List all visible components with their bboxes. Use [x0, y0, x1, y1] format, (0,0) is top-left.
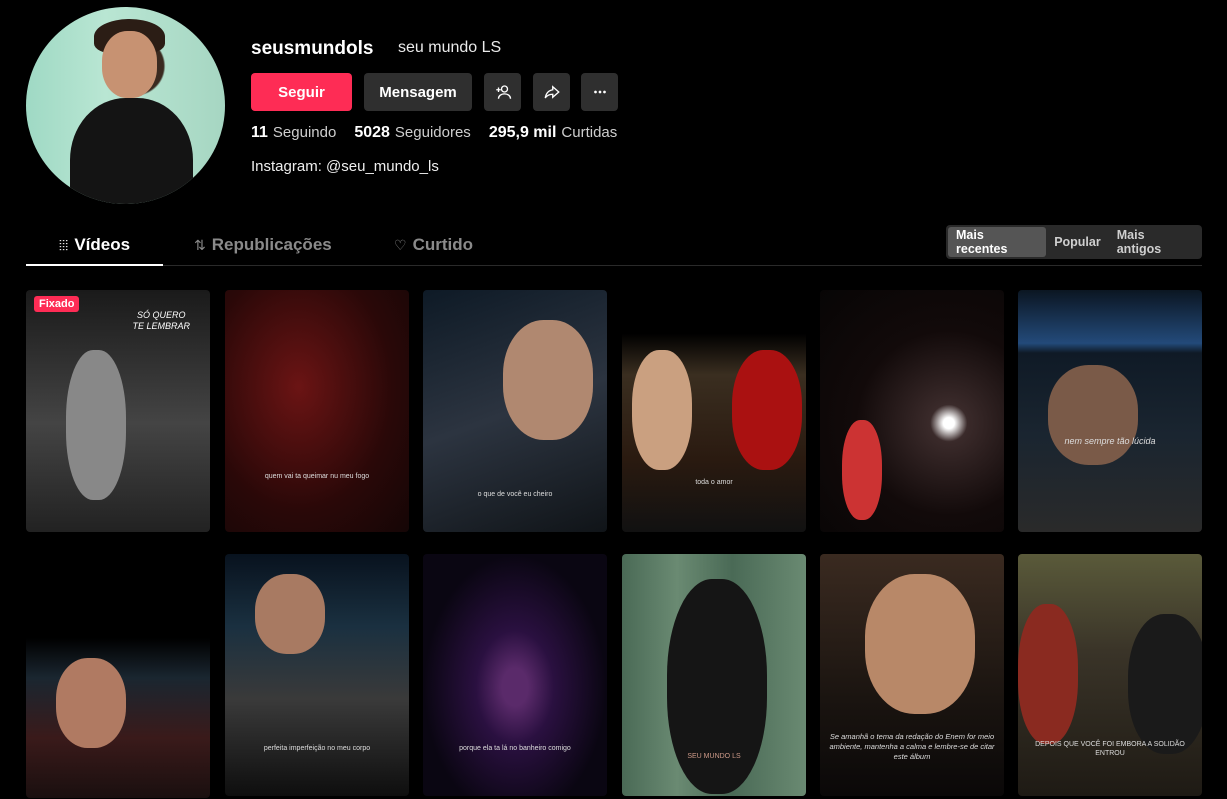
tab-label: Republicações [211, 235, 332, 254]
video-figure [667, 579, 767, 794]
video-thumbnail[interactable]: DEPOIS QUE VOCÊ FOI EMBORA A SOLIDÃO ENT… [1018, 554, 1202, 796]
video-caption: nem sempre tão lúcida [1064, 436, 1156, 446]
video-figure [56, 658, 126, 748]
heart-icon: ♡ [394, 236, 407, 253]
video-thumbnail[interactable] [26, 598, 210, 798]
video-figure [732, 350, 802, 470]
sort-recent[interactable]: Mais recentes [948, 227, 1047, 257]
video-figure [1048, 365, 1138, 465]
video-thumbnail[interactable]: perfeita imperfeição no meu corpo [225, 554, 409, 796]
profile-username: seusmundols [251, 38, 374, 59]
video-thumbnail[interactable]: porque ela ta lá no banheiro comigo [423, 554, 607, 796]
video-figure [1018, 604, 1078, 744]
stat-value: 11 [251, 124, 268, 141]
stat-value: 295,9 mil [488, 124, 557, 141]
stat-label: Curtidas [561, 124, 618, 141]
video-thumbnail[interactable]: quem vai ta queimar nu meu fogo [225, 290, 409, 532]
video-figure [865, 574, 975, 714]
repost-icon: ⇅ [194, 236, 206, 253]
video-figure [255, 574, 325, 654]
video-caption: toda o amor [695, 479, 733, 486]
avatar-head [101, 30, 158, 98]
video-caption: SEU MUNDO LS [687, 753, 741, 760]
profile-bio: Instagram: @seu_mundo_ls [251, 158, 439, 175]
video-caption: o que de você eu cheiro [477, 491, 553, 498]
more-button[interactable] [581, 73, 618, 111]
follow-button[interactable]: Seguir [251, 73, 352, 111]
tab-videos[interactable]: ⦙⦙⦙ Vídeos [26, 226, 163, 266]
video-overlay-text: SÓ QUERO TE LEMBRAR [132, 310, 190, 331]
tab-label: Curtido [412, 235, 473, 254]
video-caption: DEPOIS QUE VOCÊ FOI EMBORA A SOLIDÃO ENT… [1035, 741, 1185, 758]
message-button[interactable]: Mensagem [364, 73, 472, 111]
more-icon [593, 90, 606, 94]
video-thumbnail[interactable]: SEU MUNDO LS [622, 554, 806, 796]
video-thumbnail[interactable] [820, 290, 1004, 532]
video-caption: porque ela ta lá no banheiro comigo [459, 745, 571, 752]
avatar-torso [69, 97, 194, 204]
stat-followers[interactable]: 5028 Seguidores [354, 124, 470, 142]
sort-popular[interactable]: Popular [1046, 227, 1109, 257]
sort-selector: Mais recentes Popular Mais antigos [946, 225, 1202, 259]
tab-reposts[interactable]: ⇅ Republicações [194, 226, 332, 264]
stat-value: 5028 [354, 124, 390, 141]
grid-lines-icon: ⦙⦙⦙ [58, 236, 69, 253]
pinned-badge: Fixado [34, 296, 80, 312]
tab-liked[interactable]: ♡ Curtido [394, 226, 473, 264]
tab-label: Vídeos [74, 235, 131, 254]
share-button[interactable] [533, 73, 570, 111]
video-figure [503, 320, 593, 440]
video-thumbnail[interactable]: Fixado SÓ QUERO TE LEMBRAR [26, 290, 210, 532]
profile-nickname: seu mundo LS [398, 39, 502, 56]
video-figure [66, 350, 126, 500]
add-user-button[interactable] [484, 73, 521, 111]
sort-oldest[interactable]: Mais antigos [1109, 227, 1200, 257]
stat-following[interactable]: 11 Seguindo [251, 124, 336, 142]
video-figure [842, 420, 882, 520]
stat-label: Seguidores [394, 124, 471, 141]
video-caption: quem vai ta queimar nu meu fogo [264, 473, 370, 480]
video-caption: perfeita imperfeição no meu corpo [263, 745, 371, 752]
video-thumbnail[interactable]: o que de você eu cheiro [423, 290, 607, 532]
profile-stats: 11 Seguindo 5028 Seguidores 295,9 mil Curti… [251, 124, 617, 142]
add-user-icon [495, 85, 511, 99]
stat-likes: 295,9 mil Curtidas [489, 124, 617, 142]
stat-label: Seguindo [272, 124, 337, 141]
video-thumbnail[interactable]: Se amanhã o tema da redação do Enem for … [820, 554, 1004, 796]
avatar[interactable] [26, 7, 225, 204]
video-figure [1128, 614, 1202, 754]
video-thumbnail[interactable]: toda o amor [622, 290, 806, 532]
video-figure [632, 350, 692, 470]
video-thumbnail[interactable]: nem sempre tão lúcida [1018, 290, 1202, 532]
video-caption: Se amanhã o tema da redação do Enem for … [829, 732, 995, 761]
share-icon [544, 85, 560, 99]
